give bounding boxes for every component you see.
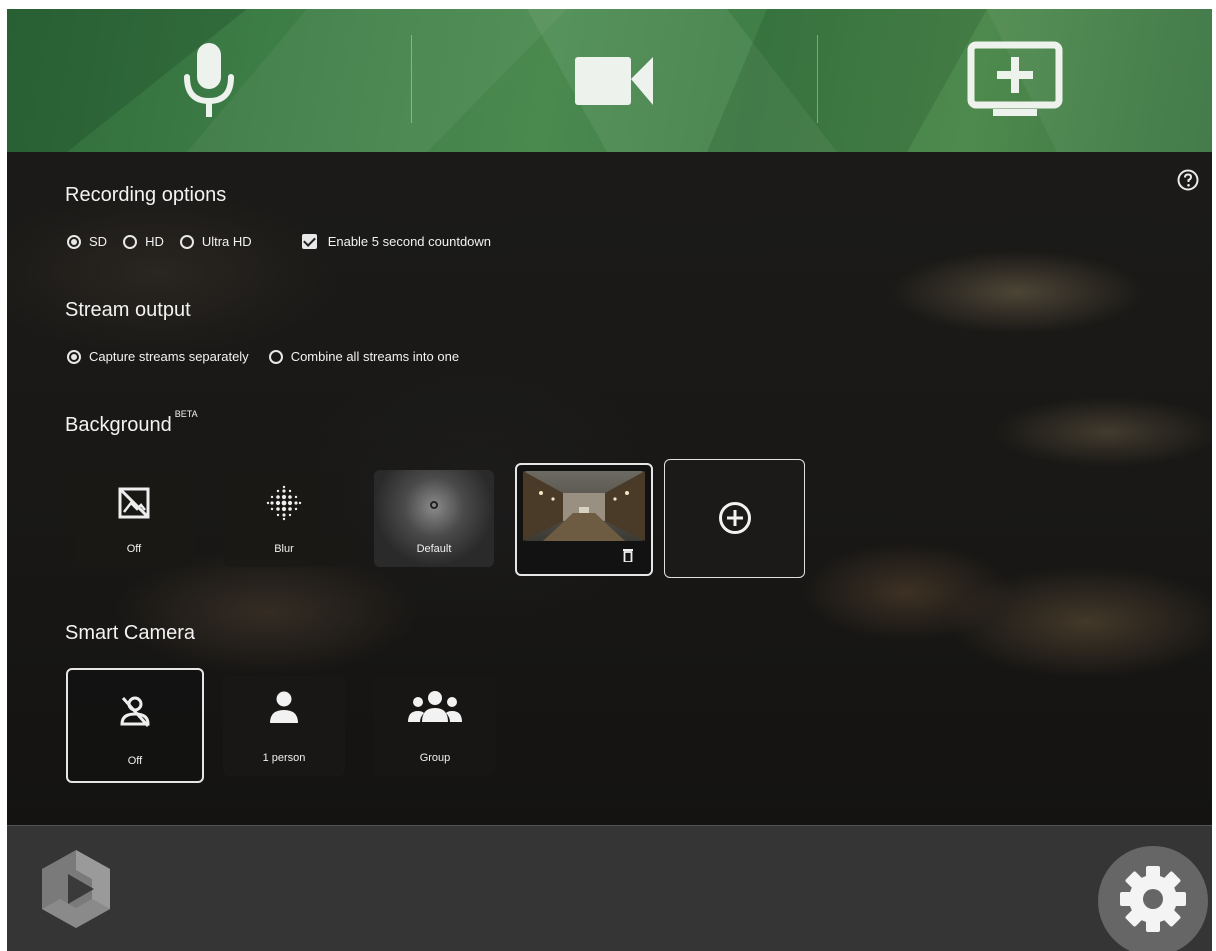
background-title: Background BETA: [65, 409, 198, 437]
bottom-bar: [7, 825, 1212, 951]
microphone-icon: [184, 42, 234, 117]
background-library-tile[interactable]: [515, 463, 653, 576]
source-toolbar: [7, 9, 1212, 152]
audio-source-button[interactable]: [7, 9, 411, 152]
background-blur-tile[interactable]: Blur: [224, 470, 344, 567]
gear-icon: [1120, 866, 1186, 932]
countdown-checkbox[interactable]: Enable 5 second countdown: [301, 234, 492, 249]
quality-hd-label: HD: [145, 234, 164, 249]
recording-options-title: Recording options: [65, 184, 227, 206]
add-circle-icon: [718, 502, 751, 534]
radio-indicator: [268, 349, 283, 364]
quality-ultra-hd-radio[interactable]: Ultra HD: [179, 234, 252, 249]
person-icon: [270, 691, 298, 723]
combine-streams-label: Combine all streams into one: [290, 349, 460, 364]
background-blur-label: Blur: [274, 543, 294, 555]
video-camera-icon: [574, 56, 653, 105]
quality-sd-radio[interactable]: SD: [67, 234, 107, 249]
radio-indicator: [123, 234, 138, 249]
quality-options: SD HD Ultra HD Enable 5 second countdown: [67, 234, 507, 249]
add-screen-icon: [967, 41, 1063, 116]
capture-separately-radio[interactable]: Capture streams separately: [67, 349, 249, 364]
countdown-label: Enable 5 second countdown: [327, 234, 492, 249]
smart-camera-one-person-label: 1 person: [262, 752, 306, 764]
panopto-logo-icon: [42, 850, 110, 928]
radio-indicator: [179, 234, 194, 249]
checkbox-indicator: [301, 234, 317, 249]
library-thumbnail: [523, 471, 645, 541]
smart-camera-title: Smart Camera: [65, 622, 196, 644]
video-source-button[interactable]: [412, 9, 817, 152]
background-off-tile[interactable]: Off: [74, 470, 194, 567]
settings-button[interactable]: [1098, 846, 1208, 951]
background-default-tile[interactable]: Default: [374, 470, 494, 567]
help-icon[interactable]: [1176, 168, 1200, 192]
smart-camera-group-tile[interactable]: Group: [374, 676, 496, 776]
screen-source-button[interactable]: [818, 9, 1212, 152]
settings-panel: Recording options SD HD Ultra HD Enable …: [7, 152, 1212, 825]
smart-camera-off-tile[interactable]: Off: [66, 668, 204, 783]
background-title-text: Background: [65, 414, 172, 436]
stream-options: Capture streams separately Combine all s…: [67, 349, 475, 364]
smart-camera-off-label: Off: [127, 755, 143, 767]
default-background-icon: [430, 501, 438, 509]
delete-icon[interactable]: [623, 549, 633, 562]
background-off-label: Off: [126, 543, 142, 555]
add-background-button[interactable]: [664, 459, 805, 578]
smart-camera-one-person-tile[interactable]: 1 person: [223, 676, 345, 776]
stream-output-title: Stream output: [65, 299, 191, 321]
no-image-icon: [118, 487, 150, 519]
blur-icon: [266, 485, 302, 521]
smart-camera-group-label: Group: [419, 752, 451, 764]
radio-indicator: [67, 349, 81, 364]
group-icon: [408, 691, 462, 722]
radio-indicator: [67, 234, 81, 249]
quality-ultra-hd-label: Ultra HD: [201, 234, 252, 249]
beta-badge: BETA: [174, 409, 198, 420]
capture-separately-label: Capture streams separately: [89, 349, 249, 364]
combine-streams-radio[interactable]: Combine all streams into one: [268, 349, 460, 364]
person-off-icon: [120, 696, 150, 727]
recorder-window: Recording options SD HD Ultra HD Enable …: [7, 9, 1212, 951]
quality-sd-label: SD: [89, 234, 108, 249]
quality-hd-radio[interactable]: HD: [123, 234, 164, 249]
background-default-label: Default: [416, 543, 452, 555]
